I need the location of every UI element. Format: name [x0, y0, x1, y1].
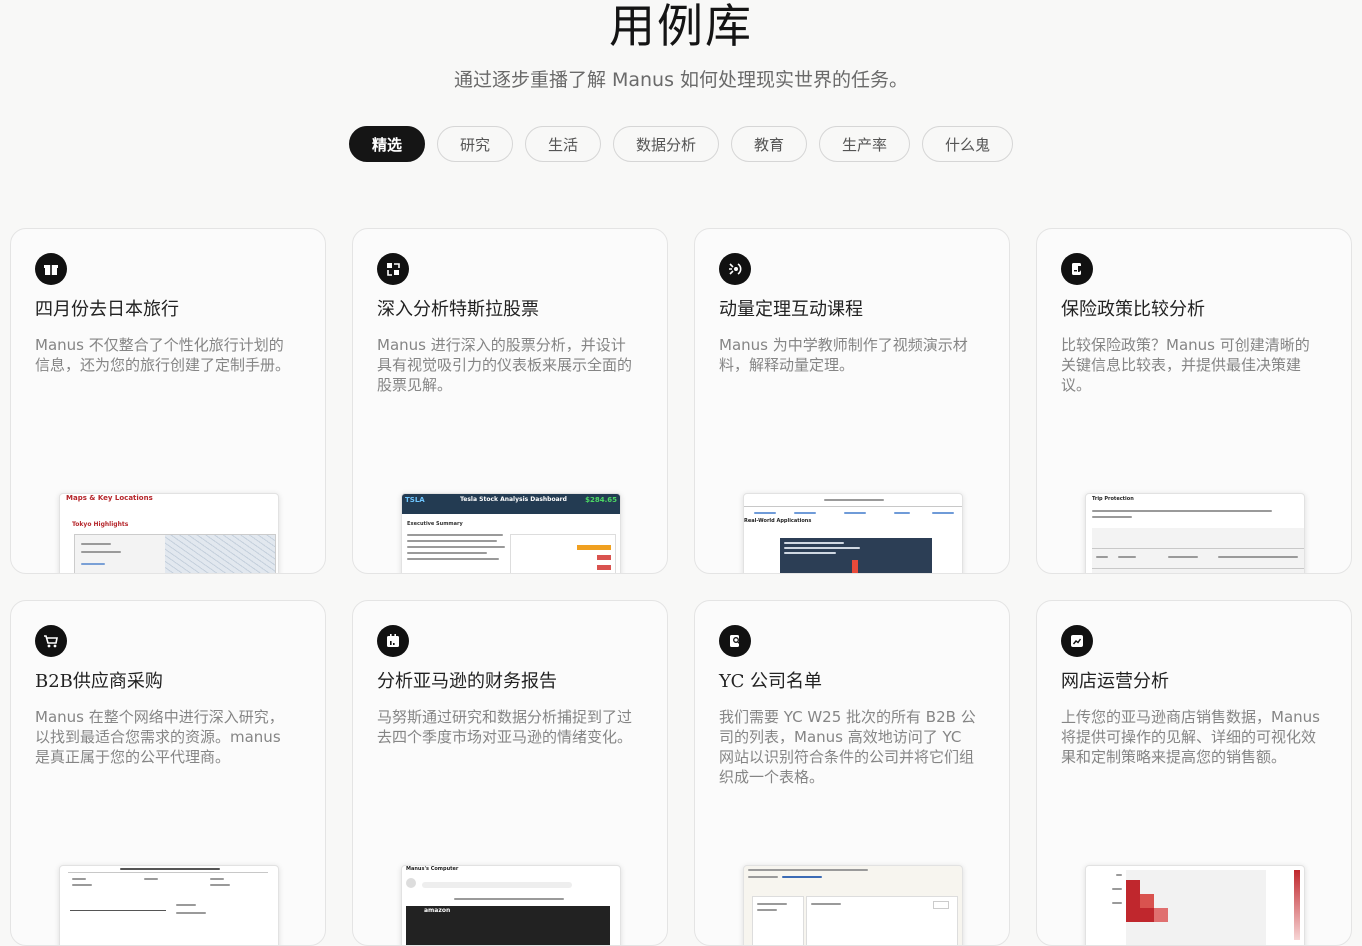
card-thumbnail: Real-World Applications — [743, 493, 963, 573]
use-case-card-insurance-comparison[interactable]: 保险政策比较分析 比较保险政策？Manus 可创建清晰的关键信息比较表，并提供最… — [1036, 228, 1352, 574]
comparison-table — [1092, 528, 1304, 573]
tab-research[interactable]: 研究 — [436, 126, 513, 162]
heatmap-legend — [1294, 870, 1300, 940]
metric-bar — [597, 555, 611, 560]
card-thumbnail: Manus's Computer amazon — [401, 865, 621, 945]
card-title: 动量定理互动课程 — [719, 299, 863, 320]
card-thumbnail — [743, 865, 963, 945]
amazon-page: amazon — [406, 906, 610, 945]
atom-icon — [719, 253, 751, 285]
chart-network-icon — [377, 253, 409, 285]
calendar-chart-icon — [377, 625, 409, 657]
thumbnail-title: Maps & Key Locations — [66, 494, 153, 502]
thumbnail-section: Real-World Applications — [744, 518, 812, 524]
card-title: 四月份去日本旅行 — [35, 299, 179, 320]
amazon-logo: amazon — [424, 907, 451, 914]
page-subtitle: 通过逐步重播了解 Manus 如何处理现实世界的任务。 — [453, 69, 909, 91]
card-thumbnail — [1085, 865, 1305, 945]
card-description: Manus 为中学教师制作了视频演示材料，解释动量定理。 — [719, 336, 968, 374]
card-thumbnail: TSLA Tesla Stock Analysis Dashboard $284… — [401, 493, 621, 573]
address-bar — [422, 882, 572, 888]
map-image — [165, 535, 275, 573]
card-description: 比较保险政策？Manus 可创建清晰的关键信息比较表，并提供最佳决策建议。 — [1061, 336, 1310, 394]
category-tabs: 精选 研究 生活 数据分析 教育 生产率 什么鬼 — [0, 126, 1362, 162]
tab-wtf[interactable]: 什么鬼 — [922, 126, 1014, 162]
card-description: Manus 在整个网络中进行深入研究，以找到最适合您需求的资源。manus 是真… — [35, 708, 284, 766]
company-list-panel — [806, 896, 958, 945]
card-title: 深入分析特斯拉股票 — [377, 299, 539, 320]
rocket-shape — [852, 560, 858, 573]
animation-panel — [780, 538, 932, 573]
metric-bar — [597, 565, 611, 570]
card-thumbnail — [59, 865, 279, 945]
card-thumbnail: Maps & Key Locations Tokyo Highlights — [59, 493, 279, 573]
card-description: 上传您的亚马逊商店销售数据，Manus 将提供可操作的见解、详细的可视化效果和定… — [1061, 708, 1320, 766]
cart-icon — [35, 625, 67, 657]
card-description: Manus 不仅整合了个性化旅行计划的信息，还为您的旅行创建了定制手册。 — [35, 336, 291, 374]
thumbnail-title: Manus's Computer — [406, 866, 459, 872]
metrics-panel — [510, 534, 616, 573]
use-case-card-yc-companies[interactable]: YC 公司名单 我们需要 YC W25 批次的所有 B2B 公司的列表，Manu… — [694, 600, 1010, 946]
use-case-card-amazon-financials[interactable]: 分析亚马逊的财务报告 马努斯通过研究和数据分析捕捉到了过去四个季度市场对亚马逊的… — [352, 600, 668, 946]
tab-data-analysis[interactable]: 数据分析 — [612, 126, 719, 162]
metric-bar — [577, 545, 611, 550]
card-title: 分析亚马逊的财务报告 — [377, 671, 557, 692]
use-case-card-momentum-course[interactable]: 动量定理互动课程 Manus 为中学教师制作了视频演示材料，解释动量定理。 Re… — [694, 228, 1010, 574]
browser-icon — [406, 878, 416, 888]
card-title: B2B供应商采购 — [35, 671, 163, 692]
card-title: 网店运营分析 — [1061, 671, 1169, 692]
use-case-card-tesla-stock[interactable]: 深入分析特斯拉股票 Manus 进行深入的股票分析，并设计具有视觉吸引力的仪表板… — [352, 228, 668, 574]
card-description: Manus 进行深入的股票分析，并设计具有视觉吸引力的仪表板来展示全面的股票见解… — [377, 336, 633, 394]
card-description: 马努斯通过研究和数据分析捕捉到了过去四个季度市场对亚马逊的情绪变化。 — [377, 708, 633, 746]
gift-icon — [35, 253, 67, 285]
shield-doc-icon — [1061, 253, 1093, 285]
analytics-icon — [1061, 625, 1093, 657]
panel-button — [933, 901, 949, 909]
thumbnail-section: Executive Summary — [407, 521, 463, 527]
tab-productivity[interactable]: 生产率 — [819, 126, 911, 162]
use-case-card-b2b-sourcing[interactable]: B2B供应商采购 Manus 在整个网络中进行深入研究，以找到最适合您需求的资源… — [10, 600, 326, 946]
thumbnail-title: Trip Protection — [1092, 496, 1134, 502]
use-case-card-japan-trip[interactable]: 四月份去日本旅行 Manus 不仅整合了个性化旅行计划的信息，还为您的旅行创建了… — [10, 228, 326, 574]
card-description: 我们需要 YC W25 批次的所有 B2B 公司的列表，Manus 高效地访问了… — [719, 708, 976, 786]
thumbnail-title: Tesla Stock Analysis Dashboard — [460, 496, 567, 503]
map-panel — [74, 534, 276, 573]
thumbnail-subtitle: Tokyo Highlights — [72, 521, 129, 528]
tab-education[interactable]: 教育 — [731, 126, 808, 162]
heatmap — [1126, 870, 1266, 945]
stock-price: $284.65 — [585, 496, 617, 504]
page-title: 用例库 — [609, 0, 753, 53]
card-thumbnail: Trip Protection — [1085, 493, 1305, 573]
use-case-card-store-analytics[interactable]: 网店运营分析 上传您的亚马逊商店销售数据，Manus 将提供可操作的见解、详细的… — [1036, 600, 1352, 946]
filter-panel — [752, 896, 804, 945]
tab-life[interactable]: 生活 — [524, 126, 601, 162]
card-title: 保险政策比较分析 — [1061, 299, 1205, 320]
ticker-badge: TSLA — [405, 496, 425, 504]
card-title: YC 公司名单 — [719, 671, 823, 692]
tab-featured[interactable]: 精选 — [348, 126, 425, 162]
document-search-icon — [719, 625, 751, 657]
